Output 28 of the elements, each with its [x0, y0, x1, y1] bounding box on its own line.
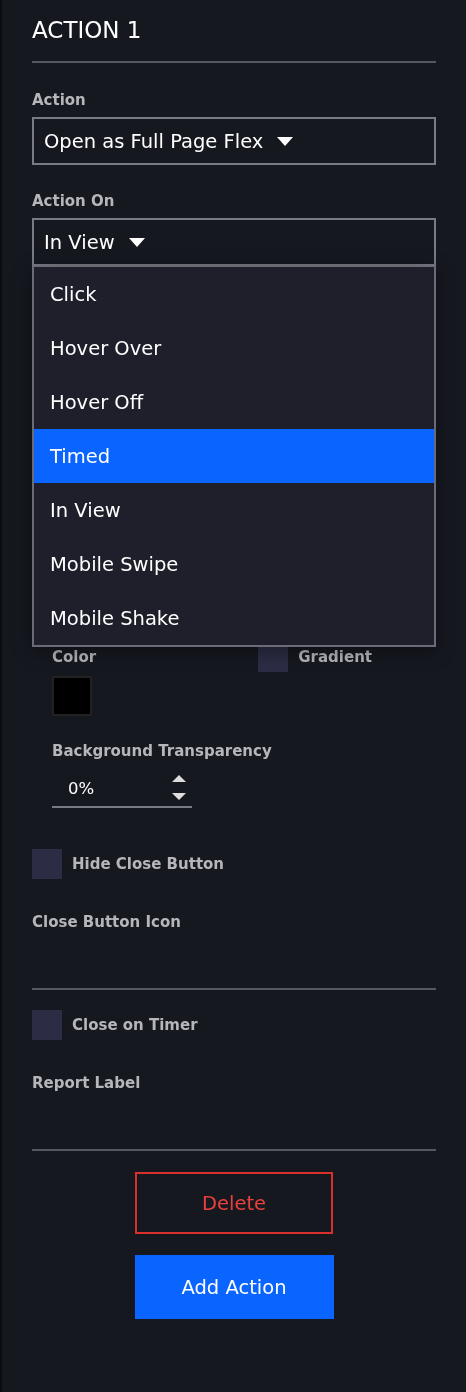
field-label: Background Transparency	[52, 742, 273, 760]
dropdown-option[interactable]: Hover Off	[34, 375, 434, 429]
dropdown-option[interactable]: Timed	[34, 429, 434, 483]
dropdown-option[interactable]: Click	[34, 267, 434, 321]
panel-title: ACTION 1	[32, 16, 143, 45]
dropdown-option[interactable]: Hover Over	[34, 321, 434, 375]
field-label: Action	[32, 91, 87, 109]
checkbox-label: Gradient	[298, 648, 372, 666]
caret-icon	[277, 136, 294, 146]
action-select[interactable]: Open as Full Page Flex	[32, 117, 436, 165]
checkbox[interactable]	[32, 1010, 62, 1040]
caret-icon	[128, 237, 145, 247]
dropdown-option[interactable]: Mobile Shake	[34, 591, 434, 645]
field-label: Report Label	[32, 1074, 142, 1092]
add-action-button[interactable]: Add Action	[134, 1255, 334, 1319]
dropdown-option[interactable]: Mobile Swipe	[34, 537, 434, 591]
spinner-icon	[172, 773, 186, 803]
checkbox-label: Close on Timer	[72, 1016, 198, 1034]
field-label: Action On	[32, 192, 116, 210]
transparency-field[interactable]: 0%	[52, 770, 192, 808]
field-label: Color	[52, 648, 97, 668]
color-swatch[interactable]	[52, 676, 92, 716]
action-on-select[interactable]: In View	[32, 218, 436, 266]
delete-button[interactable]: Delete	[135, 1172, 333, 1234]
field-label: Close Button Icon	[32, 913, 182, 931]
checkbox-label: Hide Close Button	[72, 855, 225, 873]
checkbox[interactable]	[32, 849, 62, 879]
dropdown-option[interactable]: In View	[34, 483, 434, 537]
